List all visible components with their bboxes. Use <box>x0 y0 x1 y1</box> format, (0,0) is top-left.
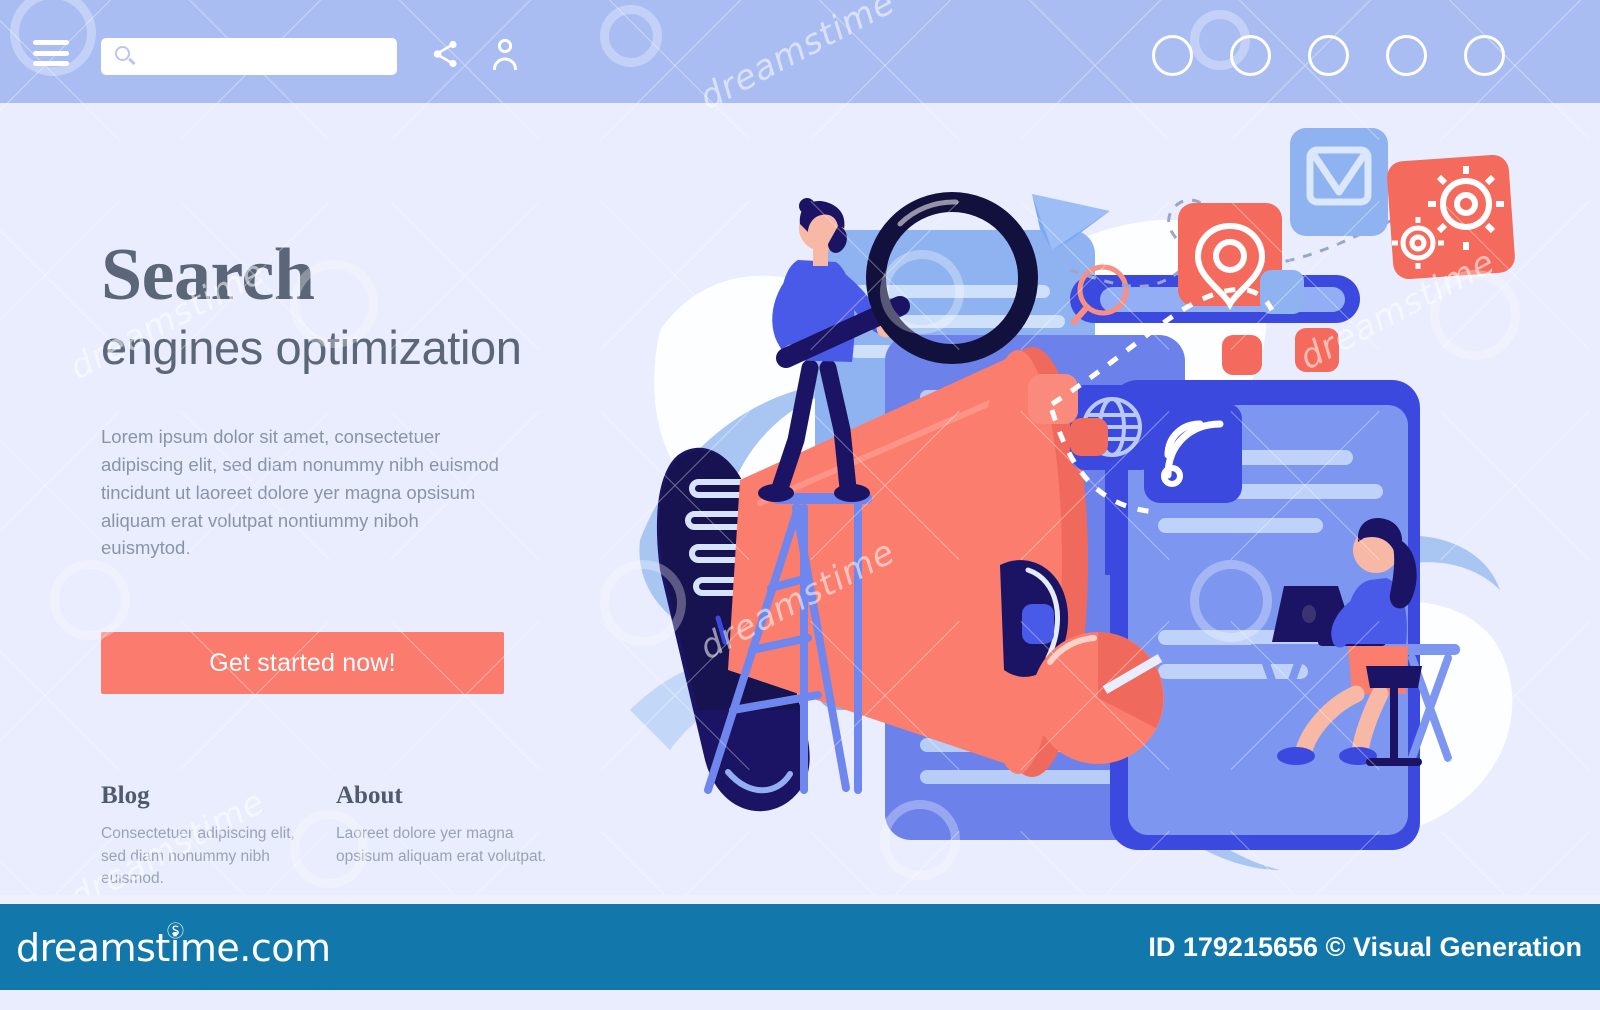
blog-heading[interactable]: Blog <box>101 782 336 810</box>
burger-line <box>33 50 69 56</box>
image-credit: ID 179215656 © Visual Generation <box>1148 932 1582 962</box>
hamburger-menu-icon[interactable] <box>33 40 69 66</box>
search-icon <box>115 46 130 61</box>
blog-text: Consectetuer adipiscing elit, sed diam n… <box>101 825 295 887</box>
user-account-icon[interactable] <box>492 38 518 70</box>
pie-chart <box>1032 632 1164 764</box>
burger-line <box>33 61 69 66</box>
blog-column: Blog Consectetuer adipiscing elit, sed d… <box>101 782 336 890</box>
about-text: Laoreet dolore yer magna opsisum aliquam… <box>336 825 547 865</box>
get-started-button[interactable]: Get started now! <box>101 632 504 695</box>
search-box[interactable] <box>101 38 397 75</box>
gears-tile-icon <box>1387 154 1515 280</box>
page-subtitle: engines optimization <box>101 321 522 375</box>
share-icon[interactable] <box>432 40 460 68</box>
about-heading[interactable]: About <box>336 782 571 810</box>
hero-copy: Search engines optimization Lorem ipsum … <box>101 234 571 890</box>
nav-dot[interactable] <box>1386 35 1427 76</box>
nav-dots[interactable] <box>1152 35 1505 76</box>
seo-megaphone-illustration <box>600 110 1600 900</box>
footer-divider <box>0 895 1600 904</box>
hero-description: Lorem ipsum dolor sit amet, consectetuer… <box>101 426 499 559</box>
dreamstime-logo: dreamstime.com Ⓢ <box>16 922 331 970</box>
accent-square-coral <box>1222 335 1262 375</box>
accent-square-coral <box>1070 418 1108 456</box>
search-input[interactable] <box>143 38 383 75</box>
nav-dot[interactable] <box>1152 35 1193 76</box>
accent-square-coral <box>1295 328 1339 372</box>
nav-dot[interactable] <box>1230 35 1271 76</box>
nav-dot[interactable] <box>1308 35 1349 76</box>
footer-link-columns: Blog Consectetuer adipiscing elit, sed d… <box>101 782 571 890</box>
about-column: About Laoreet dolore yer magna opsisum a… <box>336 782 571 890</box>
wifi-tile-icon <box>1144 403 1242 503</box>
dreamstime-footer-bar: dreamstime.com Ⓢ ID 179215656 © Visual G… <box>0 904 1600 990</box>
nav-dot[interactable] <box>1464 35 1505 76</box>
page-title: Search <box>101 234 315 316</box>
burger-line <box>33 40 69 45</box>
top-navigation-bar <box>0 0 1600 103</box>
accent-square-blue <box>1260 270 1304 314</box>
mail-tile-icon <box>1290 128 1388 236</box>
spiral-registered-icon: Ⓢ <box>167 922 184 942</box>
